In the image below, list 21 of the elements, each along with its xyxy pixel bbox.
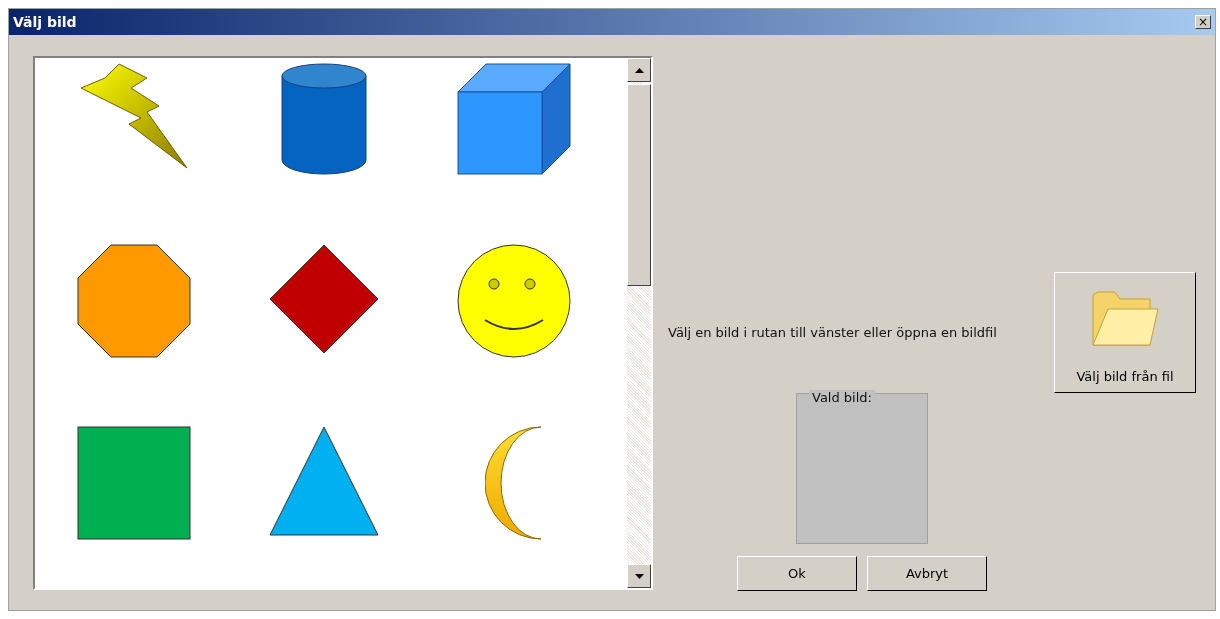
close-button[interactable]: ×: [1195, 15, 1211, 29]
scroll-up-button[interactable]: [627, 58, 651, 82]
diamond-icon: [269, 244, 379, 354]
smiley-icon: [457, 244, 571, 358]
lightning-icon: [79, 62, 189, 170]
selected-image-label: Vald bild:: [809, 390, 875, 405]
ok-button[interactable]: Ok: [737, 556, 857, 591]
cancel-button[interactable]: Avbryt: [867, 556, 987, 591]
window-title: Välj bild: [13, 14, 77, 30]
cube-icon: [456, 62, 572, 176]
scroll-down-button[interactable]: [627, 564, 651, 588]
square-icon: [77, 426, 191, 540]
open-file-button[interactable]: Välj bild från fil: [1054, 272, 1196, 393]
scrollbar-thumb[interactable]: [627, 84, 651, 286]
triangle-icon: [269, 426, 379, 536]
cylinder-icon: [280, 62, 368, 176]
up-arrow-icon: [634, 67, 644, 73]
down-arrow-icon: [634, 573, 644, 579]
instruction-text: Välj en bild i rutan till vänster eller öppna en bildfil: [668, 325, 998, 340]
crescent-moon-icon: [485, 426, 543, 540]
octagon-icon: [77, 244, 191, 358]
